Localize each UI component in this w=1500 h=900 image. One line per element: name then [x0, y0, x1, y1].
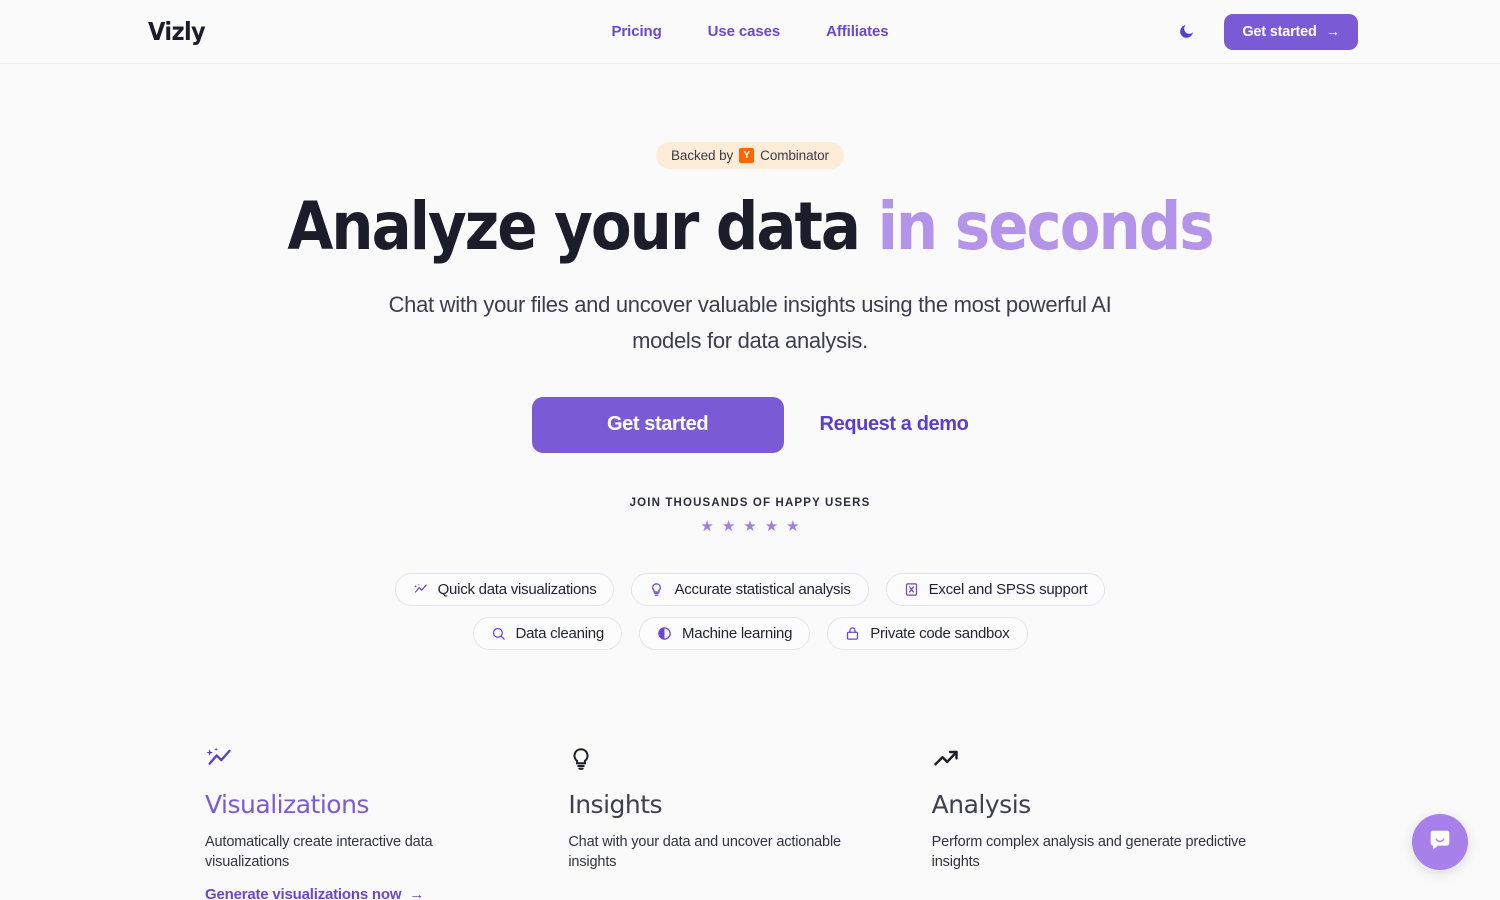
nav-link-use-cases[interactable]: Use cases: [708, 23, 781, 40]
lightbulb-icon: [568, 742, 883, 776]
hero-subtitle: Chat with your files and uncover valuabl…: [388, 292, 1112, 353]
social-proof: JOIN THOUSANDS OF HAPPY USERS ★ ★ ★ ★ ★: [0, 497, 1500, 534]
main-nav: Pricing Use cases Affiliates: [611, 23, 888, 40]
pill-accurate-statistical-analysis[interactable]: Accurate statistical analysis: [631, 572, 869, 606]
feature-title: Analysis: [931, 789, 1032, 819]
feature-columns: Visualizations Automatically create inte…: [205, 650, 1295, 900]
lock-icon: [845, 626, 860, 641]
pill-label: Excel and SPSS support: [928, 580, 1088, 598]
feature-link-label: Generate visualizations now: [205, 885, 402, 900]
header-get-started-button[interactable]: Get started →: [1224, 13, 1358, 50]
chat-bubble-icon: [1427, 827, 1453, 858]
star-rating: ★ ★ ★ ★ ★: [0, 519, 1500, 534]
contrast-circle-icon: [657, 626, 672, 641]
feature-pill-row-1: Quick data visualizations Accurate stati…: [394, 572, 1106, 606]
request-demo-button[interactable]: Request a demo: [820, 413, 969, 436]
pill-label: Private code sandbox: [870, 624, 1010, 642]
pill-data-cleaning[interactable]: Data cleaning: [472, 616, 622, 650]
get-started-button[interactable]: Get started: [531, 396, 784, 453]
star-icon: ★: [743, 517, 757, 535]
star-icon: ★: [786, 517, 800, 535]
star-icon: ★: [764, 517, 779, 535]
hero-cta-row: Get started Request a demo: [0, 396, 1500, 453]
feature-pill-group: Quick data visualizations Accurate stati…: [0, 572, 1500, 650]
yc-badge: Backed by Y Combinator: [656, 142, 844, 169]
search-icon: [491, 626, 506, 641]
arrow-right-icon: →: [409, 885, 425, 900]
site-header: Vizly Pricing Use cases Affiliates Get s…: [0, 0, 1500, 64]
header-get-started-label: Get started: [1242, 23, 1317, 40]
yc-badge-prefix: Backed by: [671, 148, 734, 163]
hero-title-accent: in seconds: [877, 188, 1215, 265]
logo[interactable]: Vizly: [148, 17, 206, 46]
feature-pill-row-2: Data cleaning Machine learning Private c…: [472, 616, 1028, 650]
pill-excel-spss-support[interactable]: Excel and SPSS support: [885, 572, 1106, 606]
feature-description: Automatically create interactive data vi…: [205, 833, 433, 870]
feature-card-analysis[interactable]: Analysis Perform complex analysis and ge…: [932, 742, 1295, 900]
pill-quick-data-visualizations[interactable]: Quick data visualizations: [394, 572, 615, 606]
pill-label: Data cleaning: [515, 624, 605, 642]
lightbulb-icon: [649, 582, 664, 597]
feature-card-insights[interactable]: Insights Chat with your data and uncover…: [568, 742, 931, 900]
yc-logo-icon: Y: [739, 148, 755, 163]
yc-badge-suffix: Combinator: [760, 148, 829, 163]
chat-widget-button[interactable]: [1412, 814, 1468, 870]
nav-link-affiliates[interactable]: Affiliates: [826, 23, 888, 40]
sparkle-chart-icon: [205, 742, 520, 776]
social-proof-label: JOIN THOUSANDS OF HAPPY USERS: [629, 496, 871, 509]
feature-title: Visualizations: [205, 789, 369, 819]
arrow-right-icon: →: [1325, 23, 1341, 40]
feature-description: Chat with your data and uncover actionab…: [568, 833, 841, 870]
moon-icon[interactable]: [1175, 21, 1197, 43]
star-icon: ★: [700, 517, 714, 535]
nav-link-pricing[interactable]: Pricing: [611, 23, 661, 40]
pill-machine-learning[interactable]: Machine learning: [638, 616, 811, 650]
spreadsheet-icon: [904, 582, 919, 597]
feature-description: Perform complex analysis and generate pr…: [931, 833, 1247, 870]
feature-card-visualizations[interactable]: Visualizations Automatically create inte…: [205, 742, 568, 900]
generate-visualizations-link[interactable]: Generate visualizations now →: [205, 886, 424, 900]
header-actions: Get started →: [1175, 13, 1358, 50]
star-icon: ★: [721, 517, 736, 535]
pill-label: Quick data visualizations: [437, 580, 597, 598]
feature-title: Insights: [568, 789, 663, 819]
pill-label: Accurate statistical analysis: [674, 580, 851, 598]
pill-label: Machine learning: [681, 624, 793, 642]
page-title: Analyze your data in seconds: [0, 192, 1500, 261]
hero-section: Backed by Y Combinator Analyze your data…: [0, 64, 1500, 650]
sparkle-chart-icon: [413, 582, 428, 597]
trending-up-icon: [932, 742, 1247, 776]
hero-title-main: Analyze your data: [287, 188, 861, 265]
pill-private-code-sandbox[interactable]: Private code sandbox: [827, 616, 1028, 650]
